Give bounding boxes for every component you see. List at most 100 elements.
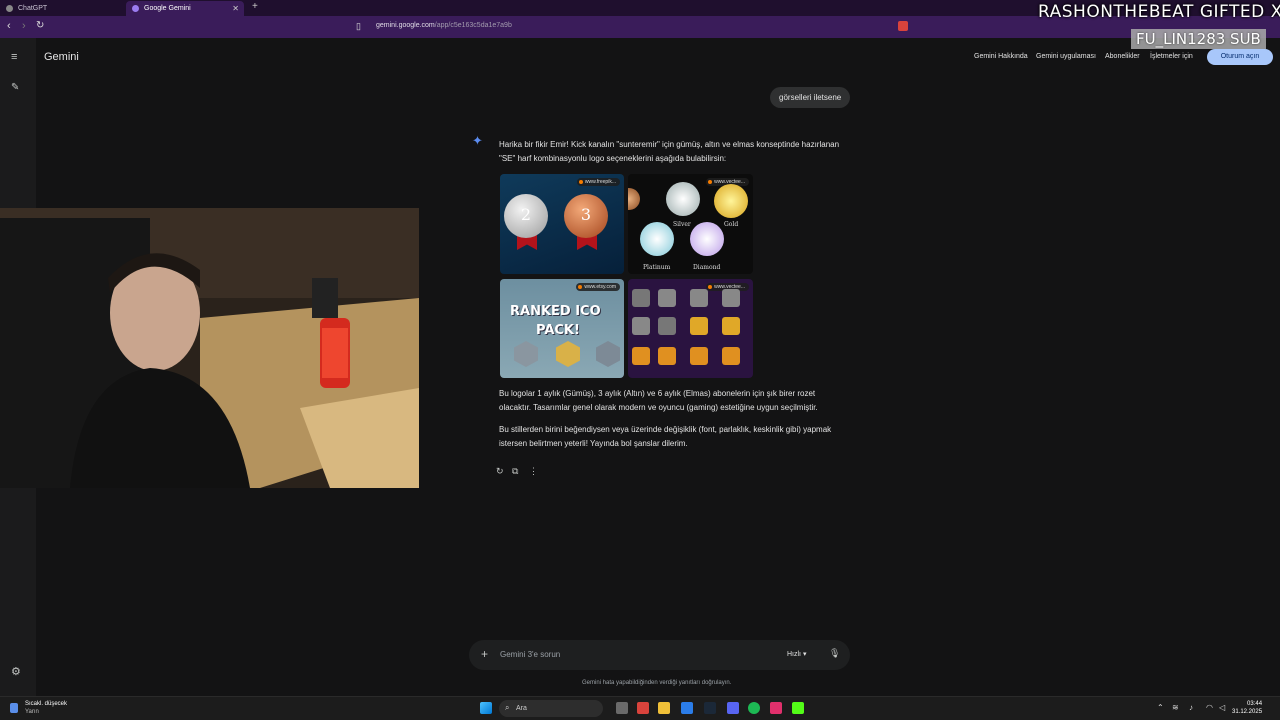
- gemini-tab-icon: [132, 5, 139, 12]
- gold-badge: [690, 347, 708, 365]
- grey-badge: [632, 317, 650, 335]
- pack-text: PACK!: [536, 323, 580, 338]
- stream-overlay-sub: FU_LIN1283 SUB: [1131, 29, 1266, 49]
- microphone-tray-icon[interactable]: ♪: [1189, 703, 1193, 712]
- model-mode-selector[interactable]: Hızlı ▾: [787, 650, 806, 658]
- silver-badge: [666, 182, 700, 216]
- chat-input[interactable]: Gemini 3'e sorun: [500, 650, 560, 659]
- ranked-text: RANKED ICO: [510, 304, 601, 319]
- plus-icon[interactable]: +: [481, 647, 488, 661]
- image-source-badge[interactable]: www.etsy.com: [576, 283, 620, 291]
- rank-label: Gold: [724, 221, 739, 228]
- tab-label: Google Gemini: [144, 5, 191, 12]
- task-view-icon[interactable]: [616, 702, 628, 714]
- grey-badge: [658, 289, 676, 307]
- signin-button[interactable]: Oturum açın: [1207, 49, 1273, 65]
- mode-label: Hızlı: [787, 651, 801, 658]
- grey-badge: [658, 317, 676, 335]
- link-app[interactable]: Gemini uygulaması: [1036, 53, 1096, 60]
- webcam-image: [0, 208, 419, 488]
- new-tab-button[interactable]: +: [252, 1, 258, 12]
- stream-overlay-title: RASHONTHEBEAT GIFTED X1: [1038, 2, 1280, 22]
- response-line: Bu logolar 1 aylık (Gümüş), 3 aylık (Alt…: [499, 389, 816, 398]
- gold-badge: [658, 347, 676, 365]
- copy-icon[interactable]: ⧉: [512, 466, 518, 477]
- sparkle-icon: ✦: [472, 133, 483, 148]
- discord-icon[interactable]: [727, 702, 739, 714]
- medal-number: 2: [520, 205, 532, 224]
- grey-badge: [690, 289, 708, 307]
- image-result-3[interactable]: www.etsy.com RANKED ICO PACK!: [500, 279, 624, 378]
- url-host: gemini.google.com: [376, 22, 435, 29]
- tab-chatgpt[interactable]: ChatGPT: [0, 1, 125, 16]
- rank-label: Platinum: [643, 264, 671, 271]
- platinum-badge: [640, 222, 674, 256]
- silver-rank-badge: [514, 341, 538, 367]
- kick-icon[interactable]: [792, 702, 804, 714]
- reload-icon[interactable]: ↻: [36, 20, 44, 31]
- volume-icon[interactable]: ◁: [1219, 703, 1225, 712]
- gold-badge: [632, 347, 650, 365]
- rank-label: Silver: [673, 221, 691, 228]
- clock-date: 31.12.2025: [1232, 709, 1263, 715]
- link-subscriptions[interactable]: Abonelikler: [1105, 53, 1140, 60]
- gold-badge: [690, 317, 708, 335]
- more-icon[interactable]: ⋮: [529, 466, 538, 477]
- response-line: "SE" harf kombinasyonlu logo seçenekleri…: [499, 154, 727, 163]
- browser-icon[interactable]: [637, 702, 649, 714]
- search-label: Ara: [516, 705, 527, 712]
- windows-start-icon[interactable]: [480, 702, 492, 714]
- weather-icon: [10, 703, 18, 713]
- instagram-icon[interactable]: [770, 702, 782, 714]
- platinum-rank-badge: [596, 341, 620, 367]
- image-result-1[interactable]: www.freepik... 2 3: [500, 174, 624, 274]
- network-icon[interactable]: ≋: [1172, 703, 1179, 712]
- weather-widget[interactable]: Sıcakl. düşecek Yarın: [25, 700, 67, 716]
- weather-sub: Yarın: [25, 709, 39, 715]
- taskbar-clock[interactable]: 03:44 31.12.2025: [1232, 700, 1262, 716]
- wifi-icon[interactable]: ◠: [1206, 703, 1213, 712]
- gold-badge: [722, 317, 740, 335]
- settings-icon[interactable]: ⚙: [11, 665, 21, 678]
- image-result-4[interactable]: www.vectee...: [628, 279, 753, 378]
- app-title: Gemini: [44, 51, 79, 63]
- chatgpt-icon: [6, 5, 13, 12]
- response-line: Bu stillerden birini beğendiysen veya üz…: [499, 425, 832, 434]
- file-explorer-icon[interactable]: [658, 702, 670, 714]
- edit-icon[interactable]: ✎: [11, 82, 19, 93]
- tray-chevron-icon[interactable]: ⌃: [1157, 703, 1164, 712]
- image-source-badge[interactable]: www.freepik...: [576, 178, 620, 186]
- steam-icon[interactable]: [704, 702, 716, 714]
- url-field[interactable]: gemini.google.com/app/c5e163c5da1e7a9b: [376, 22, 512, 29]
- forward-icon[interactable]: ›: [22, 20, 26, 32]
- extension-icon[interactable]: [898, 21, 908, 31]
- link-business[interactable]: İşletmeler için: [1150, 53, 1193, 60]
- close-tab-icon[interactable]: ✕: [232, 1, 239, 16]
- image-result-2[interactable]: www.vectee... Silver Gold Platinum Diamo…: [628, 174, 753, 274]
- back-icon[interactable]: ‹: [7, 20, 11, 32]
- windows-taskbar: Sıcakl. düşecek Yarın Ara ⌕ ⌃ ≋ ♪ ◠ ◁ 03…: [0, 696, 1280, 720]
- bookmark-icon[interactable]: ▯: [356, 21, 361, 32]
- bronze-badge: [628, 188, 640, 210]
- grey-badge: [722, 289, 740, 307]
- url-path: /app/c5e163c5da1e7a9b: [434, 22, 512, 29]
- tab-google-gemini[interactable]: Google Gemini ✕: [126, 1, 244, 16]
- taskbar-search[interactable]: Ara: [499, 700, 603, 717]
- search-icon: ⌕: [505, 703, 510, 712]
- tab-label: ChatGPT: [18, 5, 48, 12]
- weather-title: Sıcakl. düşecek: [25, 701, 68, 707]
- medal-number: 3: [580, 205, 592, 224]
- gold-badge: [722, 347, 740, 365]
- spotify-icon[interactable]: [748, 702, 760, 714]
- response-paragraph-2: Bu logolar 1 aylık (Gümüş), 3 aylık (Alt…: [499, 387, 849, 415]
- mic-icon[interactable]: 🎙: [829, 648, 840, 659]
- menu-icon[interactable]: ≡: [11, 51, 17, 63]
- chat-input-box[interactable]: + Gemini 3'e sorun Hızlı ▾ 🎙: [469, 640, 850, 670]
- disclaimer: Gemini hata yapabildiğinden verdiği yanı…: [582, 680, 732, 686]
- mail-icon[interactable]: [681, 702, 693, 714]
- link-about[interactable]: Gemini Hakkında: [974, 53, 1028, 60]
- grey-badge: [632, 289, 650, 307]
- gold-badge: [714, 184, 748, 218]
- response-line: olacaktır. Tasarımlar genel olarak moder…: [499, 403, 818, 412]
- refresh-icon[interactable]: ↻: [496, 466, 504, 477]
